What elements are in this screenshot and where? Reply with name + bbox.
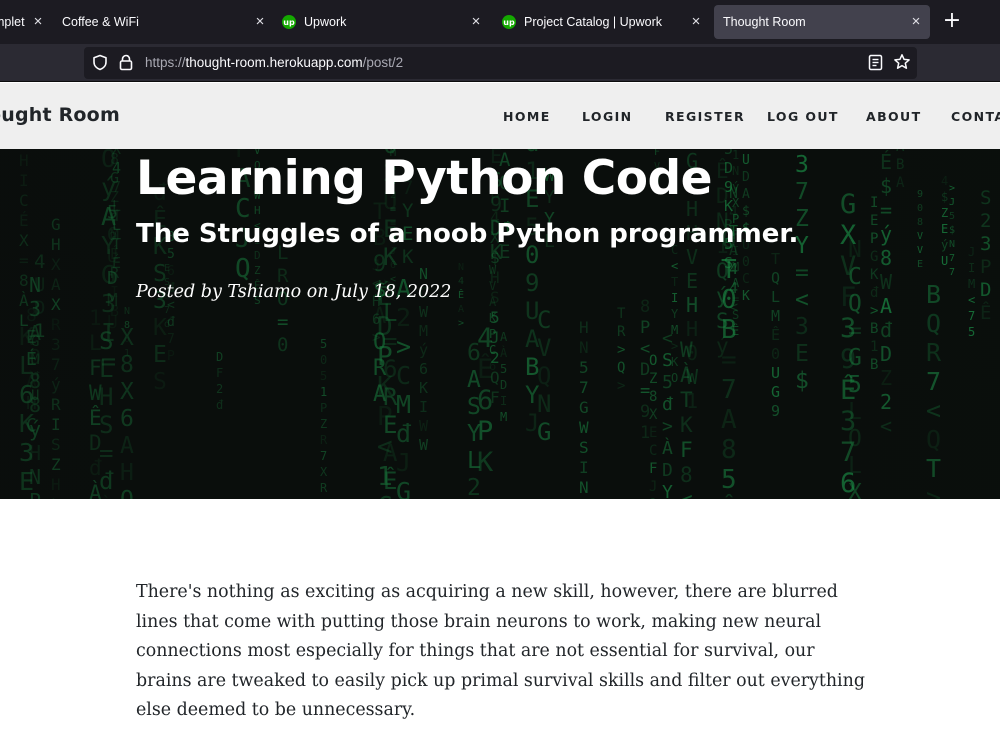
- post-subtitle: The Struggles of a noob Python programme…: [136, 219, 799, 249]
- browser-tab-strip: mplet × Coffee & WiFi × up Upwork × up P…: [0, 0, 1000, 44]
- site-navbar: ought Room HOME LOGIN REGISTER LOG OUT A…: [0, 83, 1000, 149]
- nav-login[interactable]: LOGIN: [582, 109, 633, 124]
- post-masthead: WÊS9DKC<TIYM>KOđÊKS3KESWÀTKF8<BQR7<QT>ÊV…: [0, 149, 1000, 499]
- close-icon[interactable]: ×: [252, 14, 268, 30]
- browser-tab[interactable]: Coffee & WiFi ×: [62, 5, 268, 39]
- url-host: thought-room.herokuapp.com: [185, 55, 363, 70]
- url-text[interactable]: https://thought-room.herokuapp.com/post/…: [145, 55, 403, 70]
- nav-home[interactable]: HOME: [503, 109, 551, 124]
- shield-icon[interactable]: [92, 54, 108, 75]
- browser-tab[interactable]: up Project Catalog | Upwork ×: [502, 5, 704, 39]
- post-title: Learning Python Code: [136, 151, 713, 206]
- reader-view-icon[interactable]: [868, 54, 883, 75]
- bookmark-star-icon[interactable]: [893, 53, 911, 75]
- upwork-favicon-icon: up: [282, 15, 296, 29]
- nav-register[interactable]: REGISTER: [665, 109, 745, 124]
- tab-title: mplet: [0, 15, 25, 29]
- post-paragraph: There's nothing as exciting as acquiring…: [136, 582, 865, 721]
- close-icon[interactable]: ×: [908, 14, 924, 30]
- nav-contact[interactable]: CONTA: [951, 109, 1000, 124]
- post-meta: Posted by Tshiamo on July 18, 2022: [136, 282, 452, 302]
- close-icon[interactable]: ×: [688, 14, 704, 30]
- browser-tab[interactable]: mplet ×: [0, 5, 46, 39]
- tab-title: Project Catalog | Upwork: [524, 15, 663, 29]
- browser-tab-active[interactable]: Thought Room ×: [714, 5, 930, 39]
- nav-logout[interactable]: LOG OUT: [767, 109, 839, 124]
- site-brand[interactable]: ought Room: [0, 104, 120, 126]
- browser-toolbar: https://thought-room.herokuapp.com/post/…: [0, 44, 1000, 82]
- url-path: /post/2: [362, 55, 404, 70]
- new-tab-icon[interactable]: +: [940, 10, 964, 34]
- tab-title: Upwork: [304, 15, 347, 29]
- upwork-favicon-icon: up: [502, 15, 516, 29]
- url-bar[interactable]: https://thought-room.herokuapp.com/post/…: [84, 47, 917, 79]
- lock-icon[interactable]: [119, 54, 133, 75]
- close-icon[interactable]: ×: [468, 14, 484, 30]
- browser-tab[interactable]: up Upwork ×: [282, 5, 484, 39]
- tab-title: Coffee & WiFi: [62, 15, 139, 29]
- tab-title: Thought Room: [723, 15, 806, 29]
- post-body: There's nothing as exciting as acquiring…: [136, 578, 866, 726]
- url-scheme: https://: [145, 55, 186, 70]
- close-icon[interactable]: ×: [30, 14, 46, 30]
- nav-about[interactable]: ABOUT: [866, 109, 922, 124]
